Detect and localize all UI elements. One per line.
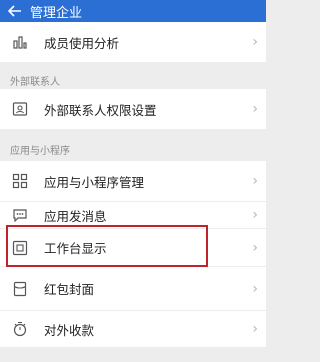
menu-item-app-management[interactable]: 应用与小程序管理 ›	[0, 161, 266, 201]
chat-bubble-icon	[12, 207, 28, 223]
chevron-right-icon: ›	[252, 280, 258, 297]
menu-item-app-messages[interactable]: 应用发消息 ›	[0, 202, 266, 228]
menu-item-external-permissions[interactable]: 外部联系人权限设置 ›	[0, 89, 266, 129]
stopwatch-icon	[12, 321, 28, 337]
grid-apps-icon	[12, 173, 28, 189]
menu-item-label: 红包封面	[44, 282, 95, 297]
chevron-right-icon: ›	[252, 239, 258, 256]
section-header-apps: 应用与小程序	[10, 146, 70, 157]
menu-item-label: 外部联系人权限设置	[44, 102, 157, 118]
menu-item-label: 应用发消息	[44, 208, 107, 224]
red-packet-icon	[12, 281, 28, 297]
page-title: 管理企业	[30, 5, 83, 21]
menu-item-label: 应用与小程序管理	[44, 174, 145, 190]
menu-item-label: 对外收款	[44, 322, 95, 338]
top-bar: 管理企业	[0, 0, 266, 22]
chevron-right-icon: ›	[252, 207, 258, 223]
menu-item-label: 成员使用分析	[44, 35, 120, 51]
back-arrow-icon[interactable]	[4, 0, 26, 22]
menu-item-external-payment[interactable]: 对外收款 ›	[0, 311, 266, 347]
menu-item-label: 工作台显示	[44, 241, 107, 256]
chevron-right-icon: ›	[252, 321, 258, 337]
menu-item-workbench-display[interactable]: 工作台显示 ›	[0, 229, 266, 266]
contact-card-icon	[12, 101, 28, 117]
section-header-external-contacts: 外部联系人	[10, 77, 60, 88]
bar-chart-icon	[12, 34, 28, 50]
window-stack-icon	[12, 240, 28, 256]
chevron-right-icon: ›	[252, 173, 258, 189]
chevron-right-icon: ›	[252, 101, 258, 117]
menu-item-red-packet-cover[interactable]: 红包封面 ›	[0, 267, 266, 310]
chevron-right-icon: ›	[252, 34, 258, 50]
menu-item-member-usage[interactable]: 成员使用分析 ›	[0, 22, 266, 62]
